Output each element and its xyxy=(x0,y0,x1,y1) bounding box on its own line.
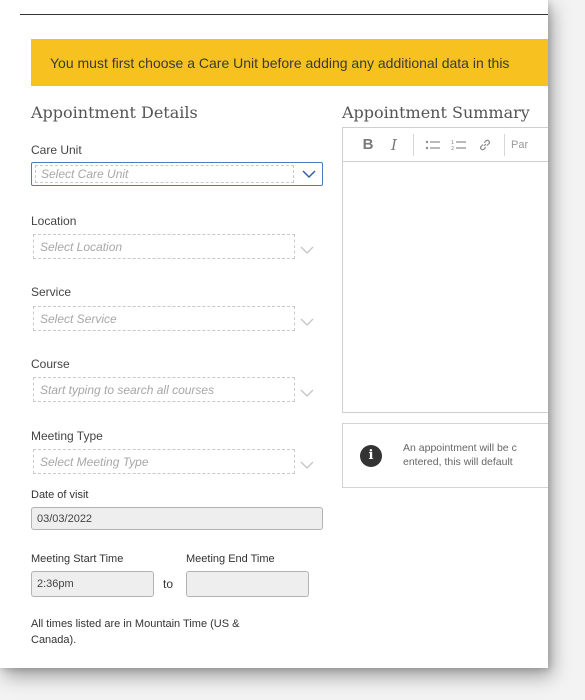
chevron-down-icon[interactable] xyxy=(300,242,314,260)
timezone-note-line2: Canada). xyxy=(31,634,77,646)
date-of-visit-label: Date of visit xyxy=(31,489,89,501)
toolbar-divider xyxy=(504,133,505,156)
chevron-down-icon[interactable] xyxy=(300,457,314,475)
info-notice: i An appointment will be c entered, this… xyxy=(342,423,548,488)
care-unit-select[interactable]: Select Care Unit xyxy=(31,162,323,186)
care-unit-placeholder: Select Care Unit xyxy=(41,167,129,181)
course-label: Course xyxy=(31,357,70,371)
location-placeholder: Select Location xyxy=(40,239,123,254)
timezone-note-line1: All times listed are in Mountain Time (U… xyxy=(31,618,240,630)
appointment-form-window: You must first choose a Care Unit before… xyxy=(0,0,548,668)
italic-button[interactable]: I xyxy=(381,132,407,158)
appointment-summary-title: Appointment Summary xyxy=(342,103,530,122)
timezone-note: All times listed are in Mountain Time (U… xyxy=(31,616,239,648)
paragraph-format-dropdown[interactable]: Par xyxy=(511,139,528,151)
appointment-details-title: Appointment Details xyxy=(31,103,198,122)
numbered-list-icon[interactable]: 1 2 xyxy=(446,132,472,158)
meeting-type-label: Meeting Type xyxy=(31,429,103,443)
meeting-start-time-label: Meeting Start Time xyxy=(31,553,124,565)
editor-toolbar: B I 1 2 Par xyxy=(343,128,548,162)
banner-text: You must first choose a Care Unit before… xyxy=(50,54,510,71)
service-select[interactable]: Select Service xyxy=(33,306,295,331)
to-label: to xyxy=(163,577,174,591)
date-of-visit-input[interactable]: 03/03/2022 xyxy=(31,507,323,530)
meeting-end-time-label: Meeting End Time xyxy=(186,553,275,565)
info-icon: i xyxy=(360,445,382,467)
top-divider xyxy=(20,14,548,15)
service-label: Service xyxy=(31,285,72,299)
svg-text:2: 2 xyxy=(451,146,454,151)
start-time-value: 2:36pm xyxy=(37,578,74,590)
info-text: An appointment will be c entered, this w… xyxy=(403,441,548,469)
service-placeholder: Select Service xyxy=(40,311,117,326)
course-placeholder: Start typing to search all courses xyxy=(40,382,215,397)
info-line2: entered, this will default xyxy=(403,456,513,468)
meeting-type-select[interactable]: Select Meeting Type xyxy=(33,449,295,474)
location-label: Location xyxy=(31,214,77,228)
bold-button[interactable]: B xyxy=(355,132,381,158)
toolbar-divider xyxy=(413,133,414,156)
chevron-down-icon[interactable] xyxy=(300,314,314,332)
bullet-list-icon[interactable] xyxy=(420,132,446,158)
appointment-summary-editor[interactable]: B I 1 2 Par xyxy=(342,127,548,413)
date-of-visit-value: 03/03/2022 xyxy=(37,512,93,525)
chevron-down-icon[interactable] xyxy=(300,385,314,403)
info-line1: An appointment will be c xyxy=(403,442,517,454)
meeting-type-placeholder: Select Meeting Type xyxy=(40,454,149,469)
care-unit-label: Care Unit xyxy=(31,143,82,157)
chevron-down-icon[interactable] xyxy=(296,163,322,185)
link-icon[interactable] xyxy=(472,132,498,158)
course-search-input[interactable]: Start typing to search all courses xyxy=(33,377,295,402)
meeting-end-time-input[interactable] xyxy=(186,571,309,597)
meeting-start-time-input[interactable]: 2:36pm xyxy=(31,571,154,597)
location-select[interactable]: Select Location xyxy=(33,234,295,259)
care-unit-warning-banner: You must first choose a Care Unit before… xyxy=(31,39,548,86)
